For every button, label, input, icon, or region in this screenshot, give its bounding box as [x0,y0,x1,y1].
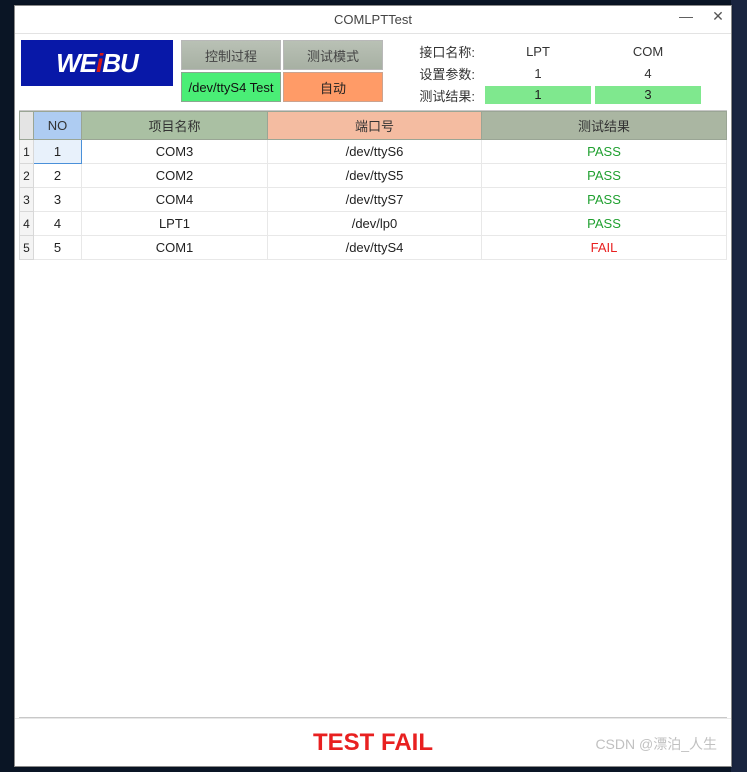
results-table[interactable]: NO 项目名称 端口号 测试结果 11COM3/dev/ttyS6PASS22C… [19,111,727,260]
auto-button[interactable]: 自动 [283,72,383,102]
cell-result[interactable]: PASS [482,212,727,236]
table-corner [20,112,34,140]
table-row[interactable]: 22COM2/dev/ttyS5PASS [20,164,727,188]
cell-name[interactable]: COM1 [82,236,268,260]
row-index[interactable]: 3 [20,188,34,212]
cell-result[interactable]: PASS [482,188,727,212]
cell-result[interactable]: PASS [482,164,727,188]
row-index[interactable]: 5 [20,236,34,260]
col-name-header[interactable]: 项目名称 [82,112,268,140]
table-row[interactable]: 44LPT1/dev/lp0PASS [20,212,727,236]
cell-port[interactable]: /dev/ttyS6 [268,140,482,164]
param-label: 设置参数: [395,64,483,83]
cell-name[interactable]: LPT1 [82,212,268,236]
watermark: CSDN @漂泊_人生 [595,734,717,754]
logo-post: BU [102,48,138,79]
cell-no[interactable]: 1 [34,140,82,164]
col-port-header[interactable]: 端口号 [268,112,482,140]
cell-port[interactable]: /dev/ttyS7 [268,188,482,212]
cell-port[interactable]: /dev/ttyS4 [268,236,482,260]
result-lpt-value: 1 [485,86,591,104]
table-row[interactable]: 55COM1/dev/ttyS4FAIL [20,236,727,260]
minimize-icon[interactable]: — [677,8,695,25]
row-index[interactable]: 4 [20,212,34,236]
top-panel: WEiBU 控制过程 测试模式 /dev/ttyS4 Test 自动 接口名称:… [15,34,731,110]
table-row[interactable]: 11COM3/dev/ttyS6PASS [20,140,727,164]
test-fail-label: TEST FAIL [313,729,433,757]
row-index[interactable]: 1 [20,140,34,164]
test-mode-button[interactable]: 测试模式 [283,40,383,70]
result-com-value: 3 [595,86,701,104]
cell-no[interactable]: 5 [34,236,82,260]
col-lpt-header: LPT [483,44,593,59]
param-com-value: 4 [593,66,703,81]
app-window: COMLPTTest — ✕ WEiBU 控制过程 测试模式 /dev/ttyS… [14,5,732,767]
window-title: COMLPTTest [334,12,412,27]
cell-no[interactable]: 3 [34,188,82,212]
col-result-header[interactable]: 测试结果 [482,112,727,140]
dev-test-button[interactable]: /dev/ttyS4 Test [181,72,281,102]
row-index[interactable]: 2 [20,164,34,188]
table-row[interactable]: 33COM4/dev/ttyS7PASS [20,188,727,212]
cell-no[interactable]: 2 [34,164,82,188]
control-process-button[interactable]: 控制过程 [181,40,281,70]
result-label: 测试结果: [395,86,483,105]
close-icon[interactable]: ✕ [709,8,727,25]
cell-port[interactable]: /dev/lp0 [268,212,482,236]
cell-result[interactable]: FAIL [482,236,727,260]
cell-port[interactable]: /dev/ttyS5 [268,164,482,188]
logo-pre: WE [56,48,96,79]
col-no-header[interactable]: NO [34,112,82,140]
param-lpt-value: 1 [483,66,593,81]
cell-name[interactable]: COM2 [82,164,268,188]
cell-no[interactable]: 4 [34,212,82,236]
col-com-header: COM [593,44,703,59]
background-terminal-edge [731,0,747,772]
titlebar[interactable]: COMLPTTest — ✕ [15,6,731,34]
info-panel: 接口名称: LPT COM 设置参数: 1 4 测试结果: 1 3 [395,40,723,106]
cell-name[interactable]: COM4 [82,188,268,212]
interface-name-label: 接口名称: [395,42,483,61]
logo: WEiBU [21,40,173,86]
cell-result[interactable]: PASS [482,140,727,164]
cell-name[interactable]: COM3 [82,140,268,164]
